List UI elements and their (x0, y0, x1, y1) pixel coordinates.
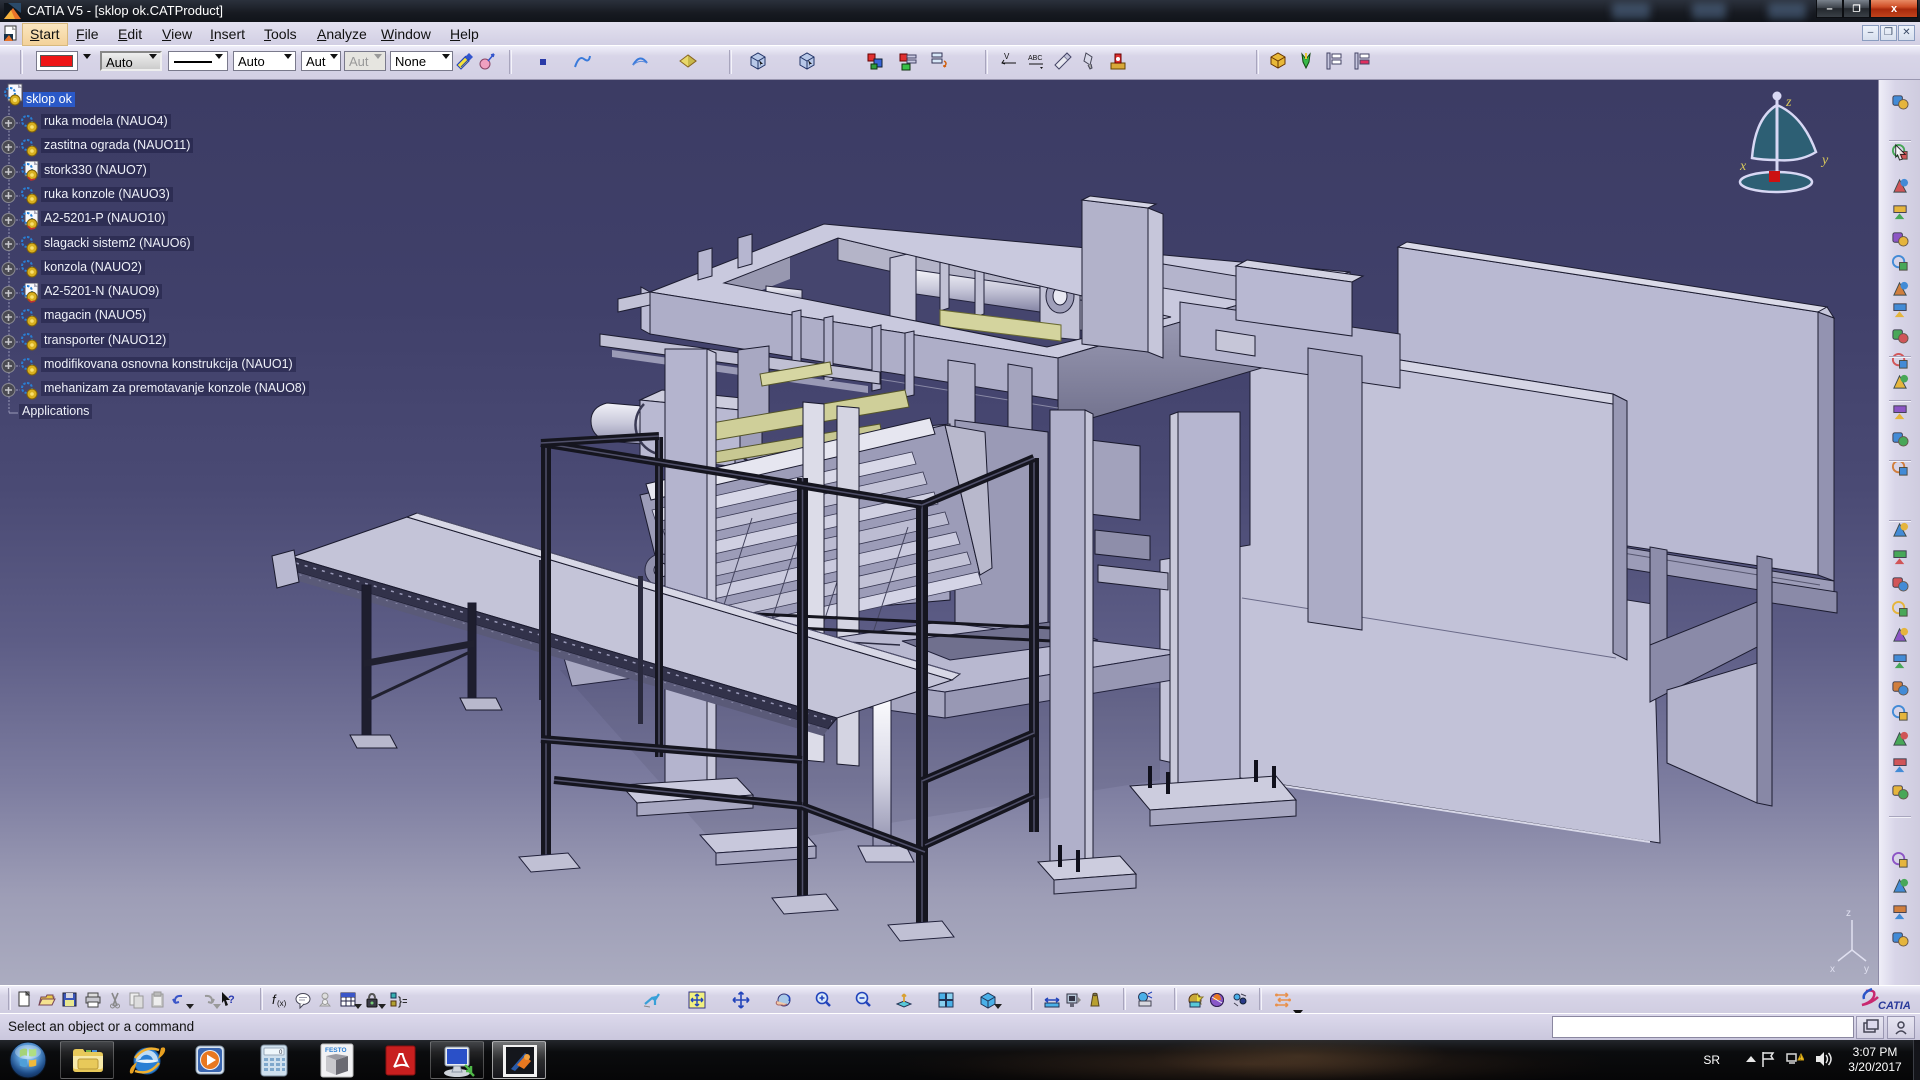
svg-text:y: y (1820, 153, 1829, 168)
svg-text:CATIA: CATIA (1878, 1000, 1911, 1012)
svg-text:y: y (1864, 964, 1869, 975)
svg-text:ABC: ABC (1028, 55, 1042, 62)
svg-text:z: z (1785, 95, 1792, 110)
svg-text:FESTO: FESTO (325, 1047, 347, 1054)
svg-text:x: x (1739, 159, 1747, 174)
svg-text:x: x (1830, 964, 1835, 975)
svg-text:?: ? (228, 994, 235, 1006)
svg-text:!: ! (1800, 1056, 1801, 1062)
svg-text:(x): (x) (277, 999, 287, 1008)
svg-text:}=: }= (398, 994, 407, 1008)
svg-text:V: V (1004, 52, 1010, 61)
svg-text:z: z (1846, 908, 1851, 919)
